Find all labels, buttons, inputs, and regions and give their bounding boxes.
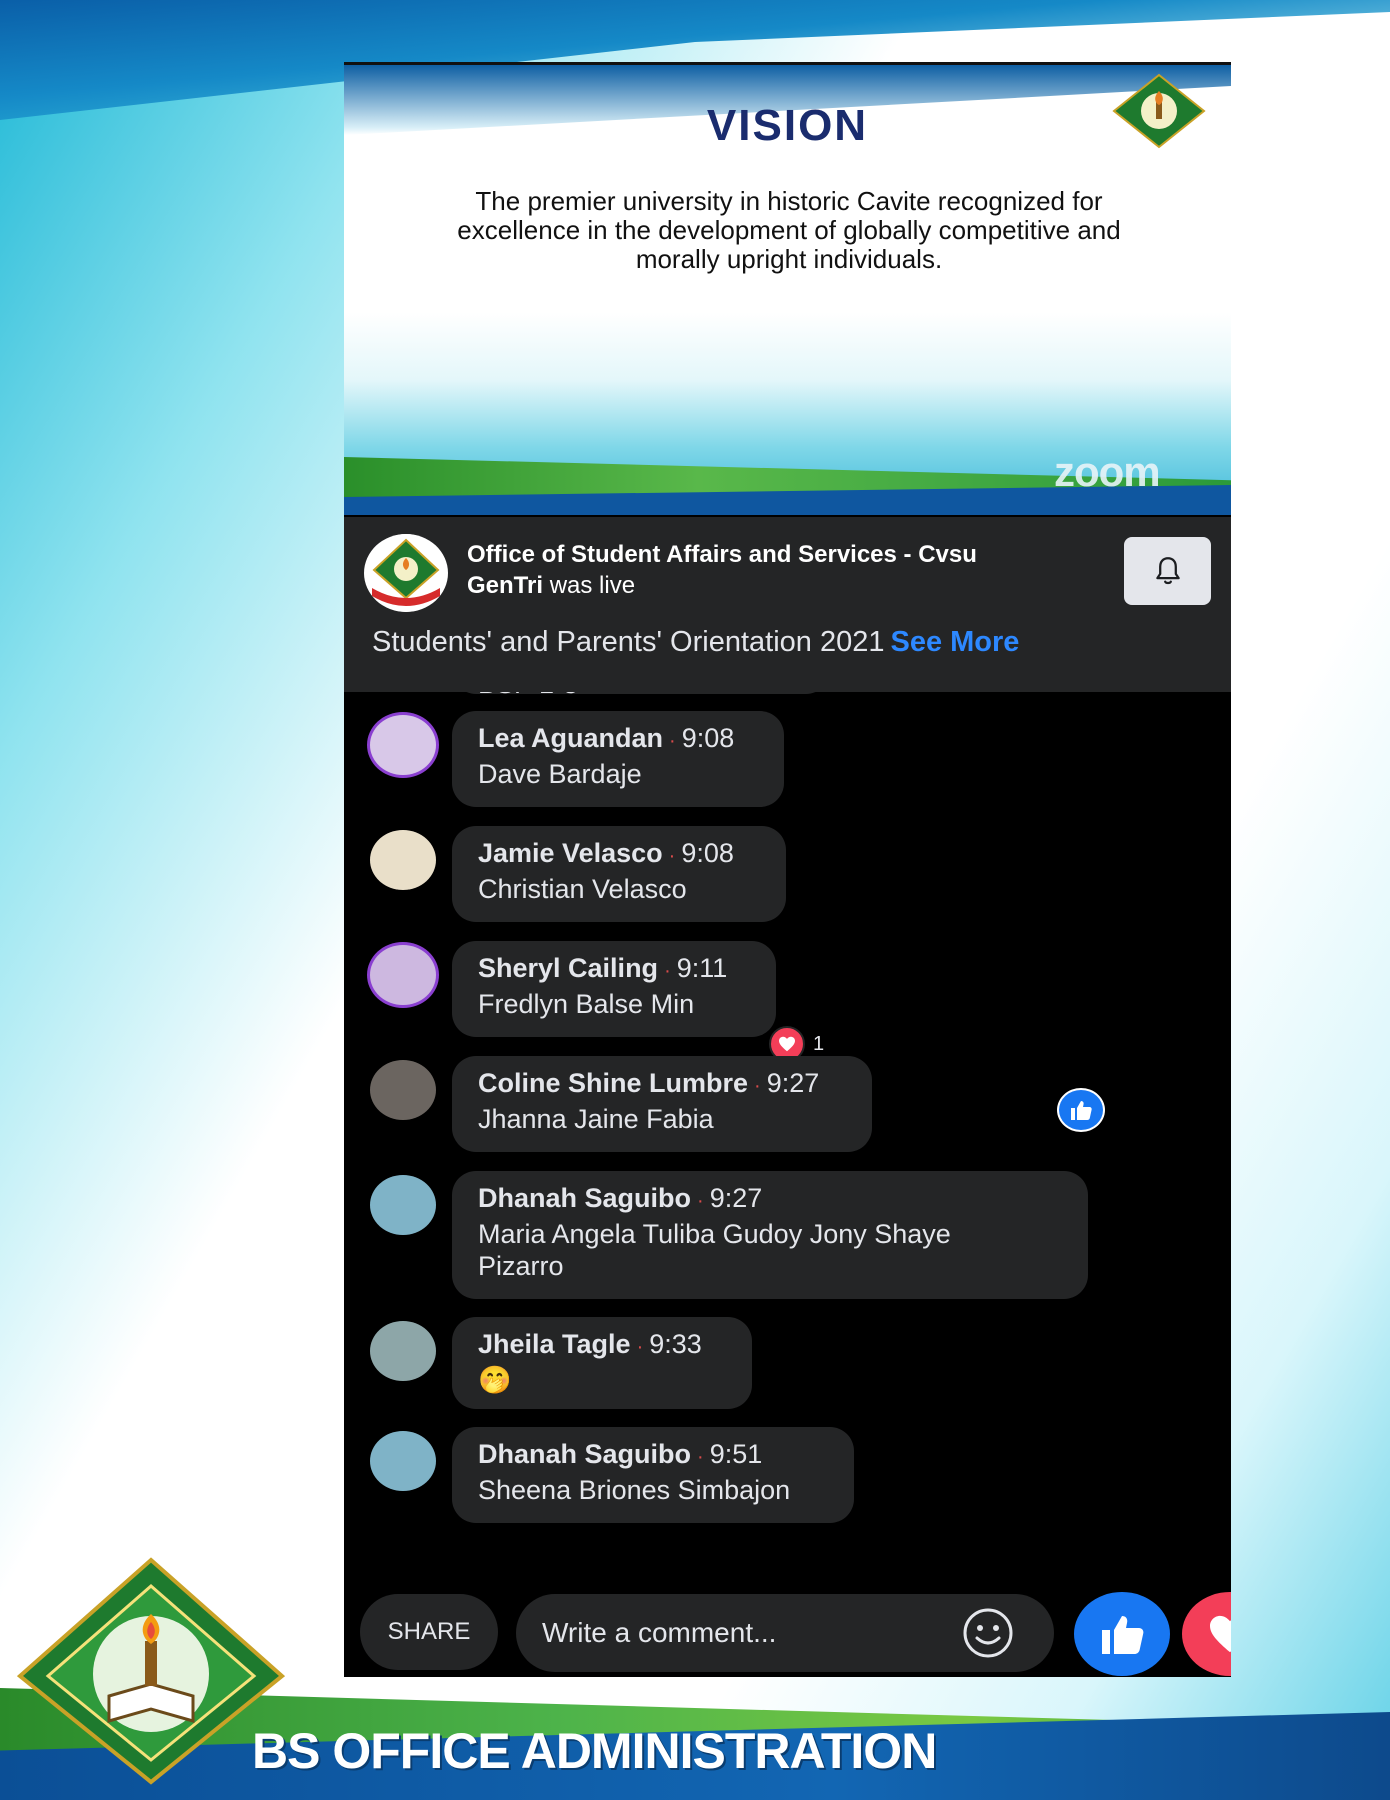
comment-author[interactable]: Dhanah Saguibo: [478, 1183, 691, 1213]
comment-bubble[interactable]: Jamie Velasco · 9:08 Christian Velasco: [452, 826, 786, 922]
live-status-text: was live: [549, 572, 636, 599]
comment-text: Maria Angela Tuliba Gudoy Jony Shaye Piz…: [478, 1219, 951, 1281]
comment-time: 9:08: [681, 723, 735, 753]
comment-time: 9:08: [681, 838, 734, 868]
share-button[interactable]: SHARE: [360, 1594, 498, 1670]
avatar[interactable]: [370, 1321, 436, 1381]
avatar[interactable]: [370, 1060, 436, 1120]
comment-bubble[interactable]: Jheila Tagle · 9:33 🤭: [452, 1317, 752, 1409]
separator-dot: ·: [636, 1336, 644, 1358]
comment-text: 🤭: [478, 1365, 512, 1395]
comment-text: Sheena Briones Simbajon: [478, 1475, 791, 1505]
live-description: Students' and Parents' Orientation 2021 S…: [372, 626, 1019, 659]
avatar[interactable]: [370, 1431, 436, 1491]
avatar[interactable]: [370, 945, 436, 1005]
slide-title: VISION: [706, 101, 869, 150]
comment-input[interactable]: Write a comment...: [516, 1594, 1054, 1672]
reaction-count: 1: [813, 1032, 825, 1055]
comment-text: Christian Velasco: [478, 874, 687, 904]
love-button[interactable]: [1182, 1592, 1231, 1676]
comments-list[interactable]: BSP 1-3 Lea Aguandan·9:08 Dave Bardaje J…: [344, 692, 1231, 1590]
comment-time: 9:11: [676, 953, 728, 983]
comment-author[interactable]: Jamie Velasco: [478, 838, 663, 868]
composer-bar: SHARE Write a comment...: [344, 1580, 1231, 1677]
comment-text: Dave Bardaje: [478, 759, 642, 789]
comment-bubble[interactable]: Lea Aguandan · 9:08 Dave Bardaje: [452, 711, 784, 807]
separator-dot: ·: [664, 960, 671, 982]
page-name-link[interactable]: Office of Student Affairs and Services -…: [467, 541, 977, 599]
avatar[interactable]: [370, 830, 436, 890]
comment-author[interactable]: Sheryl Cailing: [478, 953, 658, 983]
page-name-line: Office of Student Affairs and Services -…: [467, 539, 1027, 601]
zoom-watermark: zoom: [1054, 448, 1161, 495]
see-more-link[interactable]: See More: [890, 626, 1019, 658]
emoji-icon[interactable]: [961, 1606, 1015, 1660]
separator-dot: ·: [668, 845, 676, 867]
comment-author[interactable]: Coline Shine Lumbre: [478, 1068, 748, 1098]
program-title: BS OFFICE ADMINISTRATION: [252, 1723, 937, 1779]
comment-author[interactable]: Jheila Tagle: [478, 1329, 631, 1359]
live-video-header: Office of Student Affairs and Services -…: [344, 517, 1231, 692]
comment-text: BSP 1-3: [478, 692, 804, 700]
comment-bubble[interactable]: BSP 1-3: [452, 692, 830, 699]
university-seal-logo: [16, 1557, 286, 1785]
avatar[interactable]: [370, 1175, 436, 1235]
live-description-text: Students' and Parents' Orientation 2021: [372, 626, 885, 658]
like-button[interactable]: [1074, 1592, 1170, 1676]
comment-bubble[interactable]: Sheryl Cailing · 9:11 Fredlyn Balse Min: [452, 941, 776, 1037]
comment-time: 9:51: [709, 1439, 763, 1469]
comment-time: 9:27: [766, 1068, 820, 1098]
avatar[interactable]: [370, 715, 436, 775]
comment-text: Fredlyn Balse Min: [478, 989, 695, 1019]
separator-dot: ·: [697, 1190, 704, 1212]
heart-icon: [1210, 1615, 1231, 1653]
floating-like-icon: [1057, 1088, 1105, 1132]
separator-dot: ·: [697, 1446, 704, 1468]
separator-dot: ·: [669, 730, 676, 752]
page-avatar[interactable]: [364, 534, 448, 612]
comment-bubble[interactable]: Dhanah Saguibo · 9:51 Sheena Briones Simba…: [452, 1427, 854, 1523]
slide-vision-text: The premier university in historic Cavit…: [457, 186, 1121, 274]
comment-author[interactable]: Lea Aguandan: [478, 723, 663, 753]
notification-bell-button[interactable]: [1124, 537, 1211, 605]
comment-time: 9:27: [709, 1183, 763, 1213]
comment-bubble[interactable]: Coline Shine Lumbre · 9:27 Jhanna Jaine Fa…: [452, 1056, 872, 1152]
comment-time: 9:33: [649, 1329, 702, 1359]
thumbs-up-icon: [1102, 1616, 1144, 1654]
comment-input-placeholder: Write a comment...: [542, 1617, 777, 1648]
separator-dot: ·: [754, 1075, 761, 1097]
phone-screen: VISION The premier university in histori…: [344, 62, 1231, 1677]
comment-bubble[interactable]: Dhanah Saguibo · 9:27 Maria Angela Tuliba …: [452, 1171, 1088, 1299]
comment-text: Jhanna Jaine Fabia: [478, 1104, 714, 1134]
bell-icon: [1155, 557, 1180, 585]
comment-author[interactable]: Dhanah Saguibo: [478, 1439, 691, 1469]
video-slide[interactable]: VISION The premier university in histori…: [344, 65, 1231, 515]
campus-emblem-icon: [1112, 73, 1206, 149]
